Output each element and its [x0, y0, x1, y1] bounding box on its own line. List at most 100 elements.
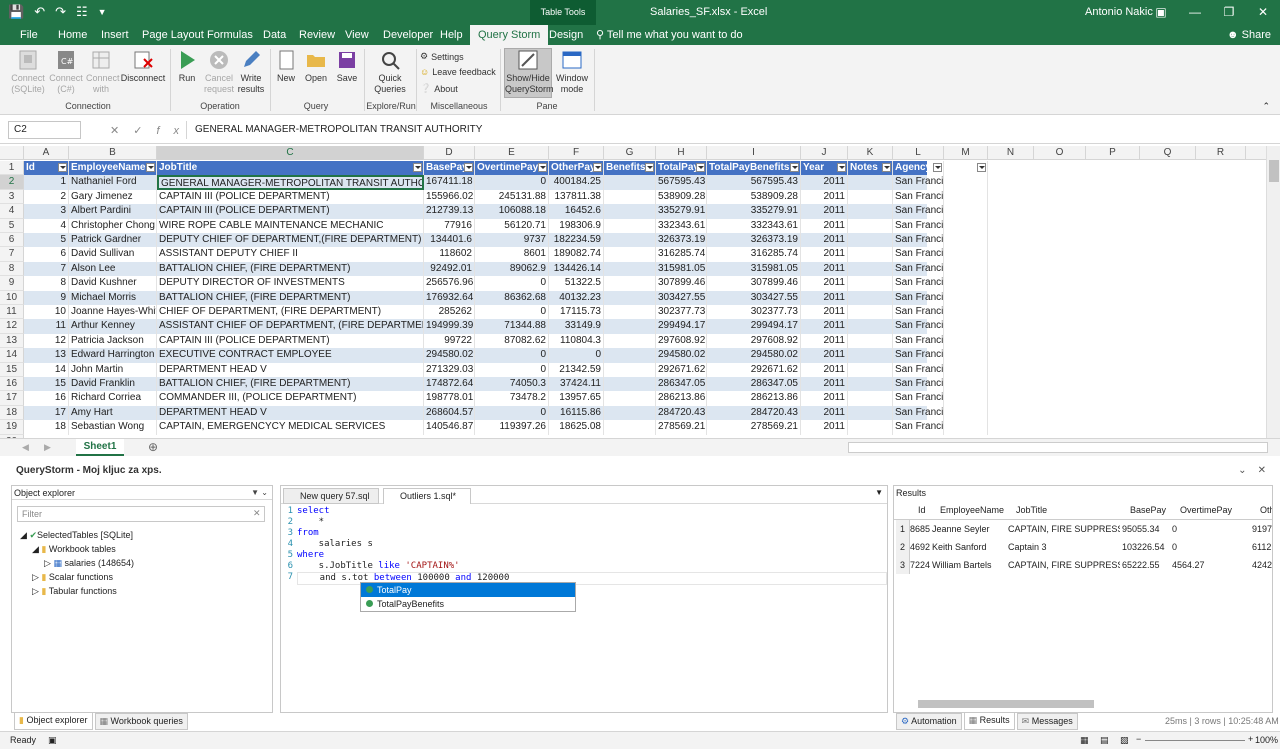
table-cell[interactable]: 2011 — [801, 204, 848, 219]
table-cell[interactable]: 15 — [24, 377, 69, 392]
table-cell[interactable]: 16 — [24, 391, 69, 406]
select-all-corner[interactable] — [0, 146, 24, 160]
tab-list-icon[interactable]: ▼ — [875, 488, 883, 497]
tab-insert[interactable]: Insert — [93, 25, 137, 45]
table-cell[interactable]: 294580.02 — [707, 348, 801, 363]
table-cell[interactable] — [604, 319, 656, 334]
editor-tab-new-query[interactable]: New query 57.sql — [283, 488, 379, 504]
table-cell[interactable]: 18625.08 — [549, 420, 604, 435]
table-cell[interactable]: 2011 — [801, 175, 848, 190]
table-cell[interactable] — [604, 420, 656, 435]
table-cell[interactable]: 538909.28 — [656, 189, 707, 205]
show-hide-querystorm-button[interactable]: Show/Hide QueryStorm — [504, 48, 554, 98]
undo-icon[interactable]: ↶ — [34, 4, 45, 20]
table-cell[interactable]: BATTALION CHIEF, (FIRE DEPARTMENT) — [157, 377, 424, 392]
table-cell[interactable]: San Francisco — [893, 420, 944, 435]
table-cell[interactable]: 326373.19 — [707, 233, 801, 248]
table-cell[interactable]: 286347.05 — [656, 377, 707, 392]
table-cell[interactable]: San Francisco — [893, 189, 944, 205]
table-cell[interactable]: GENERAL MANAGER-METROPOLITAN TRANSIT AUT… — [157, 175, 424, 190]
normal-view-icon[interactable]: ▦ — [1080, 735, 1089, 746]
results-column-header[interactable]: EmployeeName — [940, 500, 1014, 520]
table-cell[interactable]: 12 — [24, 333, 69, 349]
table-cell[interactable]: 17 — [24, 405, 69, 421]
table-cell[interactable]: 137811.38 — [549, 189, 604, 205]
table-cell[interactable] — [604, 362, 656, 377]
table-cell[interactable]: 315981.05 — [656, 261, 707, 277]
table-cell[interactable]: San Francisco — [893, 276, 944, 291]
results-row[interactable]: 18685Jeanne SeylerCAPTAIN, FIRE SUPPRESS… — [894, 520, 1272, 538]
table-cell[interactable]: 2011 — [801, 333, 848, 349]
write-results-button[interactable]: Write results — [237, 49, 265, 95]
table-cell[interactable]: CAPTAIN III (POLICE DEPARTMENT) — [157, 204, 424, 219]
table-cell[interactable]: San Francisco — [893, 204, 944, 219]
table-cell[interactable]: 14 — [24, 362, 69, 377]
table-cell[interactable]: 316285.74 — [656, 247, 707, 262]
table-cell[interactable] — [944, 420, 988, 435]
table-cell[interactable]: 315981.05 — [707, 261, 801, 277]
results-cell[interactable]: 0 — [1172, 538, 1250, 556]
results-cell[interactable]: CAPTAIN, FIRE SUPPRESSION — [1008, 520, 1120, 538]
filter-dropdown-icon[interactable] — [58, 163, 67, 172]
results-column-header[interactable]: Other — [1260, 500, 1272, 520]
table-cell[interactable] — [944, 233, 988, 248]
table-cell[interactable]: San Francisco — [893, 362, 944, 377]
results-cell[interactable]: 6112.43 — [1252, 538, 1272, 556]
tab-automation[interactable]: ⚙ Automation — [896, 713, 962, 730]
table-cell[interactable] — [944, 319, 988, 334]
macro-record-icon[interactable]: ▣ — [48, 735, 57, 746]
table-cell[interactable] — [944, 305, 988, 320]
row-header[interactable]: 11 — [0, 305, 24, 320]
table-cell[interactable] — [944, 261, 988, 277]
table-cell[interactable]: 335279.91 — [656, 204, 707, 219]
table-cell[interactable] — [944, 391, 988, 406]
collapse-ribbon-icon[interactable]: ⌃ — [1262, 101, 1270, 112]
table-cell[interactable]: San Francisco — [893, 333, 944, 349]
table-cell[interactable] — [604, 391, 656, 406]
table-cell[interactable]: 286213.86 — [707, 391, 801, 406]
table-cell[interactable]: 316285.74 — [707, 247, 801, 262]
table-cell[interactable] — [604, 290, 656, 305]
table-cell[interactable] — [944, 333, 988, 349]
table-header-cell[interactable]: OvertimePay — [475, 161, 549, 176]
table-cell[interactable]: 2011 — [801, 247, 848, 262]
table-cell[interactable]: 118602 — [424, 247, 475, 262]
table-cell[interactable]: 292671.62 — [656, 362, 707, 377]
table-cell[interactable]: 9 — [24, 290, 69, 305]
table-cell[interactable] — [848, 405, 893, 421]
table-cell[interactable]: 538909.28 — [707, 189, 801, 205]
column-header[interactable]: Q — [1140, 146, 1196, 160]
about-button[interactable]: ❔ About — [420, 83, 458, 94]
results-cell[interactable]: CAPTAIN, FIRE SUPPRESSION — [1008, 556, 1120, 574]
table-cell[interactable]: San Francisco — [893, 290, 944, 305]
table-cell[interactable]: 40132.23 — [549, 290, 604, 305]
table-cell[interactable]: San Francisco — [893, 305, 944, 320]
table-cell[interactable]: 106088.18 — [475, 204, 549, 219]
table-cell[interactable] — [944, 290, 988, 305]
table-cell[interactable]: David Sullivan — [69, 247, 157, 262]
table-cell[interactable]: San Francisco — [893, 348, 944, 363]
save-icon[interactable]: 💾 — [8, 4, 24, 20]
row-header[interactable]: 14 — [0, 348, 24, 363]
table-cell[interactable] — [944, 276, 988, 291]
results-column-header[interactable]: OvertimePay — [1180, 500, 1258, 520]
table-cell[interactable]: 13957.65 — [549, 391, 604, 406]
results-cell[interactable]: 8685 — [910, 520, 930, 538]
table-cell[interactable]: 326373.19 — [656, 233, 707, 248]
table-header-cell[interactable]: Id — [24, 161, 69, 176]
table-cell[interactable]: COMMANDER III, (POLICE DEPARTMENT) — [157, 391, 424, 406]
table-header-cell[interactable]: BasePay — [424, 161, 475, 176]
table-cell[interactable]: 2011 — [801, 276, 848, 291]
table-cell[interactable]: 303427.55 — [707, 290, 801, 305]
table-cell[interactable]: 307899.46 — [707, 276, 801, 291]
table-cell[interactable] — [604, 305, 656, 320]
table-cell[interactable]: 0 — [475, 305, 549, 320]
table-cell[interactable]: 51322.5 — [549, 276, 604, 291]
table-cell[interactable]: 2011 — [801, 218, 848, 233]
tab-query-storm[interactable]: Query Storm — [470, 25, 549, 45]
table-cell[interactable] — [848, 247, 893, 262]
table-cell[interactable]: 278569.21 — [656, 420, 707, 435]
table-cell[interactable]: 56120.71 — [475, 218, 549, 233]
table-cell[interactable] — [848, 189, 893, 205]
table-cell[interactable]: 2011 — [801, 290, 848, 305]
